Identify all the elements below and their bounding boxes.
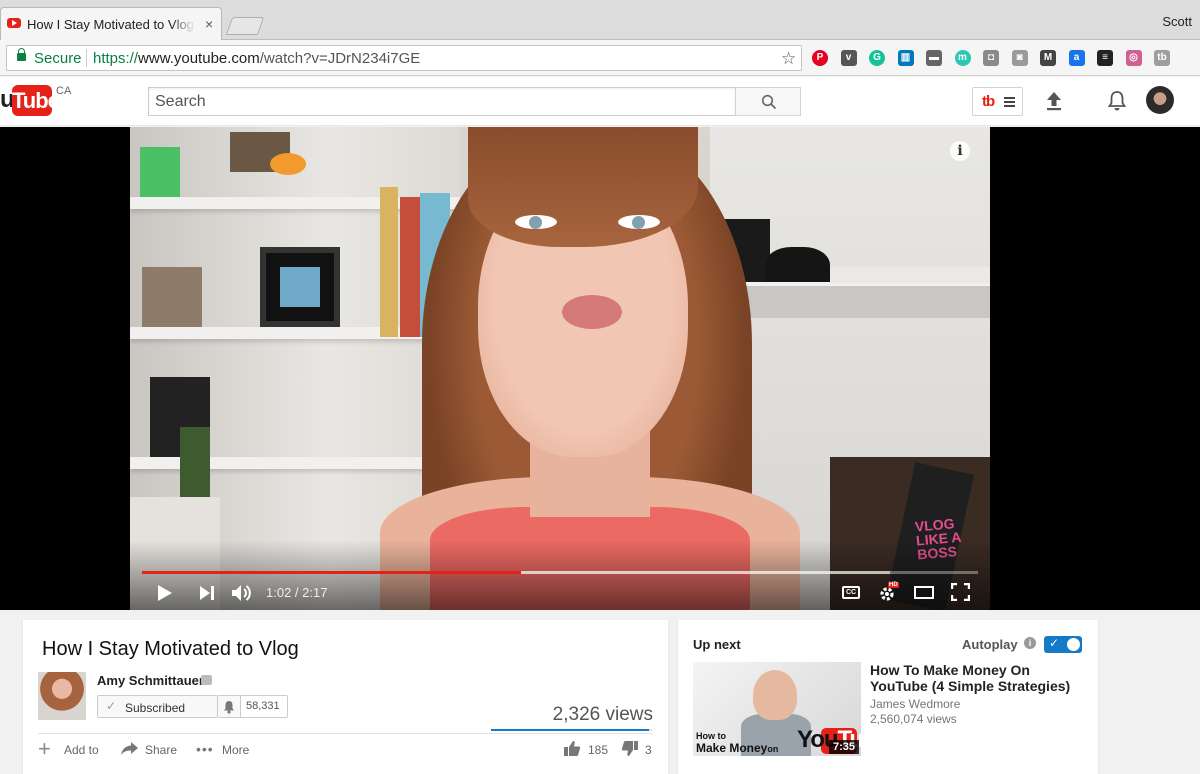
checkmark-icon: ✓ [106, 699, 117, 713]
view-count: 2,326 views [552, 704, 653, 725]
theater-mode-icon[interactable] [914, 586, 934, 599]
trello-extension-icon[interactable]: ▥ [897, 50, 914, 66]
tab-close-icon[interactable]: × [205, 16, 213, 32]
subscribed-button[interactable]: ✓ Subscribed [97, 695, 218, 718]
new-tab-button[interactable] [225, 17, 265, 35]
thumbs-up-icon [564, 741, 581, 756]
volume-icon[interactable] [231, 583, 253, 603]
time-readout: 1:02 / 2:17 [266, 585, 328, 600]
seek-bar[interactable] [142, 571, 978, 574]
search-icon [761, 94, 777, 110]
browser-tab-strip: How I Stay Motivated to Vlog × Scott [0, 0, 1200, 41]
up-next-views: 2,560,074 views [870, 712, 957, 726]
up-next-label: Up next [693, 637, 741, 652]
browser-toolbar: Secure https://www.youtube.com/watch?v=J… [0, 40, 1200, 76]
account-avatar[interactable] [1146, 86, 1174, 114]
like-ratio-fill [491, 729, 650, 731]
channel-name[interactable]: Amy Schmittauer [97, 673, 204, 688]
video-duration: 7:35 [828, 740, 859, 754]
browser-tab-active[interactable]: How I Stay Motivated to Vlog × [0, 7, 222, 41]
menu-lines-icon [1004, 97, 1015, 107]
tubebuddy-icon: tb [982, 93, 995, 110]
youtube-masthead: u Tube CA tb [0, 77, 1200, 126]
grammarly-extension-icon[interactable]: G [869, 50, 885, 66]
subscriber-count: 58,331 [241, 695, 288, 718]
next-video-icon[interactable] [199, 585, 215, 601]
region-label: CA [56, 85, 72, 97]
verified-icon [201, 675, 212, 685]
profile-name[interactable]: Scott [1162, 14, 1192, 29]
captions-icon[interactable]: CC [842, 586, 860, 599]
upload-icon[interactable] [1044, 91, 1064, 111]
tubebuddy-extension-icon[interactable]: tb [1154, 50, 1170, 66]
amazon-extension-icon[interactable]: a [1068, 50, 1085, 66]
channel-avatar[interactable] [38, 672, 86, 720]
play-icon[interactable] [157, 584, 173, 602]
url-scheme: https:// [93, 50, 139, 67]
mailtrack-extension-icon[interactable]: M [1040, 50, 1056, 66]
autoplay-toggle[interactable]: ✓ [1044, 636, 1082, 653]
up-next-channel: James Wedmore [870, 697, 961, 711]
bookmark-star-icon[interactable]: ☆ [781, 49, 796, 69]
tag-extension-icon[interactable]: ▬ [926, 50, 942, 66]
search-input[interactable] [149, 88, 735, 115]
secure-label[interactable]: Secure [34, 50, 82, 67]
hd-badge: HD [888, 582, 899, 588]
autoplay-info-icon[interactable]: i [1024, 637, 1036, 649]
buffer-extension-icon[interactable]: ≡ [1097, 50, 1113, 66]
plus-icon: + [38, 736, 51, 761]
subscribed-label: Subscribed [125, 701, 186, 715]
screenshot-extension-icon[interactable]: ◙ [1011, 50, 1028, 66]
pocket-extension-icon[interactable]: v [840, 50, 857, 66]
video-player[interactable]: i VLOG LIKE A BOSS [130, 127, 990, 610]
lock-icon [17, 48, 26, 61]
search-button[interactable] [735, 87, 801, 116]
notifications-bell-icon[interactable] [1107, 90, 1127, 112]
like-ratio-bar [491, 729, 652, 731]
video-info-card: How I Stay Motivated to Vlog Amy Schmitt… [23, 620, 668, 774]
url-text[interactable]: https://www.youtube.com/watch?v=JDrN234i… [93, 50, 420, 67]
up-next-thumbnail[interactable]: How toMake Moneyon YouTube 7:35 [693, 662, 861, 756]
channel-notifications-button[interactable] [218, 695, 241, 718]
url-path: /watch?v=JDrN234i7GE [259, 50, 421, 67]
thumbs-down-icon [621, 741, 638, 756]
color-extension-icon[interactable]: ◎ [1125, 50, 1142, 66]
share-arrow-icon [121, 742, 138, 755]
search-box [148, 87, 736, 116]
url-host: www.youtube.com [138, 50, 260, 67]
up-next-panel: Up next Autoplay i ✓ How to Make Moneyon … [678, 620, 1098, 774]
address-bar[interactable]: Secure https://www.youtube.com/watch?v=J… [6, 45, 802, 71]
up-next-title[interactable]: How To Make Money On YouTube (4 Simple S… [870, 662, 1080, 694]
video-title: How I Stay Motivated to Vlog [42, 638, 299, 660]
bell-icon [224, 701, 234, 714]
seek-bar-played [142, 571, 521, 574]
tubebuddy-menu-button[interactable]: tb [972, 87, 1023, 116]
video-info-icon[interactable]: i [950, 141, 970, 161]
momentum-extension-icon[interactable]: m [954, 50, 971, 66]
pinterest-extension-icon[interactable]: P [812, 50, 828, 66]
more-dots-icon: ••• [196, 741, 214, 757]
youtube-favicon-icon [7, 18, 21, 28]
youtube-logo[interactable]: Tube [12, 85, 60, 116]
fullscreen-icon[interactable] [951, 583, 970, 601]
autoplay-label: Autoplay [962, 637, 1018, 652]
camera-extension-icon[interactable]: ◘ [983, 50, 999, 66]
checkmark-icon: ✓ [1049, 636, 1060, 650]
